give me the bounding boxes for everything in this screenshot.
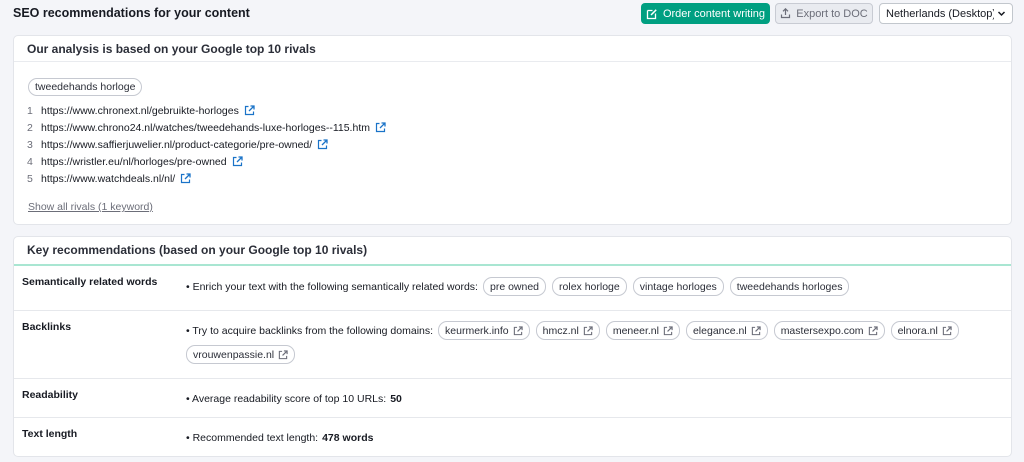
external-link-icon[interactable] [244,105,255,116]
domain-label: keurmerk.info [445,324,509,337]
semantic-word-chip: vintage horloges [632,277,724,296]
backlink-domain-chip[interactable]: elnora.nl [890,321,959,340]
external-link-icon [942,325,952,336]
external-link-icon [868,325,878,336]
rival-row: 2 https://www.chrono24.nl/watches/tweede… [27,119,627,136]
rival-url-list: 1 https://www.chronext.nl/gebruikte-horl… [27,102,627,190]
rec-text: • Recommended text length: [186,432,319,444]
rec-label: Text length [22,428,78,440]
rivals-analysis-card: Our analysis is based on your Google top… [13,35,1012,225]
rec-row-backlinks: Backlinks • Try to acquire backlinks fro… [14,311,1011,379]
rival-rank: 1 [27,104,33,117]
rival-url: https://www.chrono24.nl/watches/tweedeha… [41,121,370,134]
database-select[interactable]: Netherlands (Desktop) [879,3,1013,24]
page-title: SEO recommendations for your content [13,6,250,20]
card-divider [14,61,1011,62]
domain-label: elnora.nl [897,324,938,337]
domain-label: meneer.nl [612,324,659,337]
rec-text: • Try to acquire backlinks from the foll… [186,324,434,337]
rival-row: 4 https://wristler.eu/nl/horloges/pre-ow… [27,153,627,170]
rec-body: • Try to acquire backlinks from the foll… [186,321,976,364]
rival-row: 1 https://www.chronext.nl/gebruikte-horl… [27,102,627,119]
export-to-doc-button[interactable]: Export to DOC [775,3,873,24]
external-link-icon [663,325,673,336]
rival-url: https://www.saffierjuwelier.nl/product-c… [41,138,313,151]
rivals-analysis-title: Our analysis is based on your Google top… [27,42,316,56]
rival-rank: 4 [27,155,33,168]
external-link-icon [583,325,593,336]
semantic-word-chip: rolex horloge [552,277,627,296]
domain-label: elegance.nl [692,324,747,337]
keyword-tag: tweedehands horloge [28,78,143,96]
rec-row-readability: Readability • Average readability score … [14,379,1011,418]
export-to-doc-label: Export to DOC [796,7,868,20]
rival-rank: 5 [27,172,33,185]
semantic-word-chip: pre owned [482,277,547,296]
top-bar: SEO recommendations for your content Ord… [0,0,1024,27]
rec-label: Semantically related words [22,276,158,288]
key-recommendations-title: Key recommendations (based on your Googl… [27,243,368,257]
rec-label: Readability [22,389,79,401]
readability-score: 50 [390,393,402,405]
domain-label: hmcz.nl [542,324,579,337]
show-all-rivals-link[interactable]: Show all rivals (1 keyword) [28,201,153,213]
order-content-writing-label: Order content writing [662,7,766,20]
rec-row-semantic: Semantically related words • Enrich your… [14,266,1011,311]
rival-row: 5 https://www.watchdeals.nl/nl/ [27,170,627,187]
recommended-length: 478 words [322,432,374,444]
external-link-icon [751,325,761,336]
backlink-domain-chip[interactable]: elegance.nl [685,321,768,340]
rec-body: • Average readability score of top 10 UR… [186,393,402,405]
rec-row-text-length: Text length • Recommended text length: 4… [14,418,1011,456]
external-link-icon[interactable] [317,139,328,150]
rival-row: 3 https://www.saffierjuwelier.nl/product… [27,136,627,153]
order-content-writing-button[interactable]: Order content writing [641,3,770,24]
edit-icon [646,8,658,20]
rival-rank: 2 [27,121,33,134]
database-select-value: Netherlands (Desktop) [886,7,994,20]
rec-text: • Enrich your text with the following se… [186,280,478,293]
rival-rank: 3 [27,138,33,151]
rec-body: • Recommended text length: 478 words [186,432,373,444]
rec-text: • Average readability score of top 10 UR… [186,393,387,405]
semantic-word-chip: tweedehands horloges [729,277,850,296]
backlink-domain-chip[interactable]: vrouwenpassie.nl [186,345,296,364]
domain-label: mastersexpo.com [780,324,864,337]
external-link-icon[interactable] [180,173,191,184]
backlink-domain-chip[interactable]: keurmerk.info [438,321,530,340]
external-link-icon [278,349,288,360]
backlink-domain-chip[interactable]: mastersexpo.com [773,321,885,340]
rival-url: https://www.chronext.nl/gebruikte-horlog… [41,104,239,117]
export-icon [780,8,791,19]
chevron-down-icon [997,9,1006,21]
rival-url: https://wristler.eu/nl/horloges/pre-owne… [41,155,227,168]
domain-label: vrouwenpassie.nl [193,348,275,361]
external-link-icon [513,325,523,336]
backlink-domain-chip[interactable]: meneer.nl [605,321,680,340]
rec-label: Backlinks [22,321,72,333]
backlink-domain-chip[interactable]: hmcz.nl [535,321,600,340]
key-recommendations-card: Key recommendations (based on your Googl… [13,236,1012,457]
rival-url: https://www.watchdeals.nl/nl/ [41,172,176,185]
external-link-icon[interactable] [375,122,386,133]
rec-body: • Enrich your text with the following se… [186,277,986,296]
external-link-icon[interactable] [232,156,243,167]
